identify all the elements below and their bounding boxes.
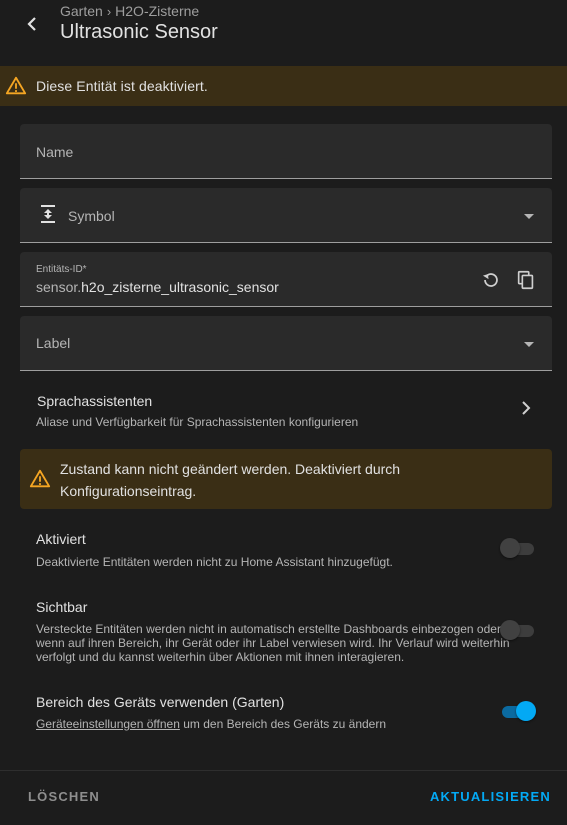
chevron-right-icon <box>522 401 531 415</box>
use-device-area-title: Bereich des Geräts verwenden (Garten) <box>36 694 285 710</box>
disabled-warning-text: Diese Entität ist deaktiviert. <box>36 78 208 94</box>
state-change-warning-alert: Zustand kann nicht geändert werden. Deak… <box>20 449 552 509</box>
arrow-expand-vertical-icon <box>41 205 55 223</box>
entity-id-object-id: h2o_zisterne_ultrasonic_sensor <box>81 279 279 295</box>
name-field-label: Name <box>36 144 74 160</box>
visible-setting-row: Sichtbar Versteckte Entitäten werden nic… <box>20 596 552 671</box>
dialog-footer: LÖSCHEN AKTUALISIEREN <box>0 770 567 825</box>
dialog-header: Garten › H2O-Zisterne Ultrasonic Sensor <box>0 0 567 66</box>
label-select[interactable]: Label <box>20 316 552 371</box>
voice-assistants-subtitle: Aliase und Verfügbarkeit für Sprachassis… <box>36 415 359 429</box>
device-settings-link[interactable]: Geräteeinstellungen öffnen <box>36 717 180 731</box>
dropdown-arrow-icon[interactable] <box>524 214 534 219</box>
use-device-area-description-rest: um den Bereich des Geräts zu ändern <box>179 717 387 731</box>
disabled-warning-banner: Diese Entität ist deaktiviert. <box>0 66 567 106</box>
visible-setting-description: Versteckte Entitäten werden nicht in aut… <box>36 622 510 664</box>
voice-assistants-title: Sprachassistenten <box>37 393 153 409</box>
enabled-toggle[interactable] <box>500 538 536 558</box>
entity-id-field[interactable]: Entitäts-ID* sensor.h2o_zisterne_ultraso… <box>20 252 552 307</box>
alert-triangle-icon <box>5 76 27 95</box>
back-arrow-icon[interactable] <box>20 12 44 36</box>
enabled-setting-title: Aktiviert <box>36 531 86 547</box>
alert-triangle-icon <box>29 469 51 488</box>
breadcrumb: Garten › H2O-Zisterne <box>60 3 199 19</box>
enabled-setting-description: Deaktivierte Entitäten werden nicht zu H… <box>36 555 393 569</box>
entity-id-value[interactable]: sensor.h2o_zisterne_ultrasonic_sensor <box>36 279 279 295</box>
enabled-setting-row: Aktiviert Deaktivierte Entitäten werden … <box>20 528 552 578</box>
state-change-warning-text: Zustand kann nicht geändert werden. Deak… <box>60 461 401 499</box>
name-field[interactable]: Name <box>20 124 552 179</box>
copy-icon[interactable] <box>515 269 537 291</box>
breadcrumb-separator-icon: › <box>106 3 112 19</box>
breadcrumb-item-area: Garten <box>60 3 103 19</box>
restore-icon[interactable] <box>480 269 502 291</box>
entity-id-label: Entitäts-ID* <box>36 264 87 275</box>
breadcrumb-item-device: H2O-Zisterne <box>115 3 200 19</box>
visible-toggle[interactable] <box>500 620 536 640</box>
label-select-label: Label <box>36 335 71 351</box>
use-device-area-description: Geräteeinstellungen öffnen um den Bereic… <box>36 717 386 731</box>
use-device-area-toggle[interactable] <box>500 701 536 721</box>
symbol-select[interactable]: Symbol <box>20 188 552 243</box>
dialog-title: Ultrasonic Sensor <box>60 21 218 43</box>
entity-id-prefix: sensor. <box>36 279 82 295</box>
use-device-area-row: Bereich des Geräts verwenden (Garten) Ge… <box>20 691 552 741</box>
update-button[interactable]: AKTUALISIEREN <box>430 789 551 804</box>
dropdown-arrow-icon[interactable] <box>524 342 534 347</box>
delete-button[interactable]: LÖSCHEN <box>28 789 100 804</box>
visible-setting-title: Sichtbar <box>36 599 88 615</box>
voice-assistants-item[interactable]: Sprachassistenten Aliase und Verfügbarke… <box>20 384 552 436</box>
symbol-select-label: Symbol <box>68 208 115 224</box>
